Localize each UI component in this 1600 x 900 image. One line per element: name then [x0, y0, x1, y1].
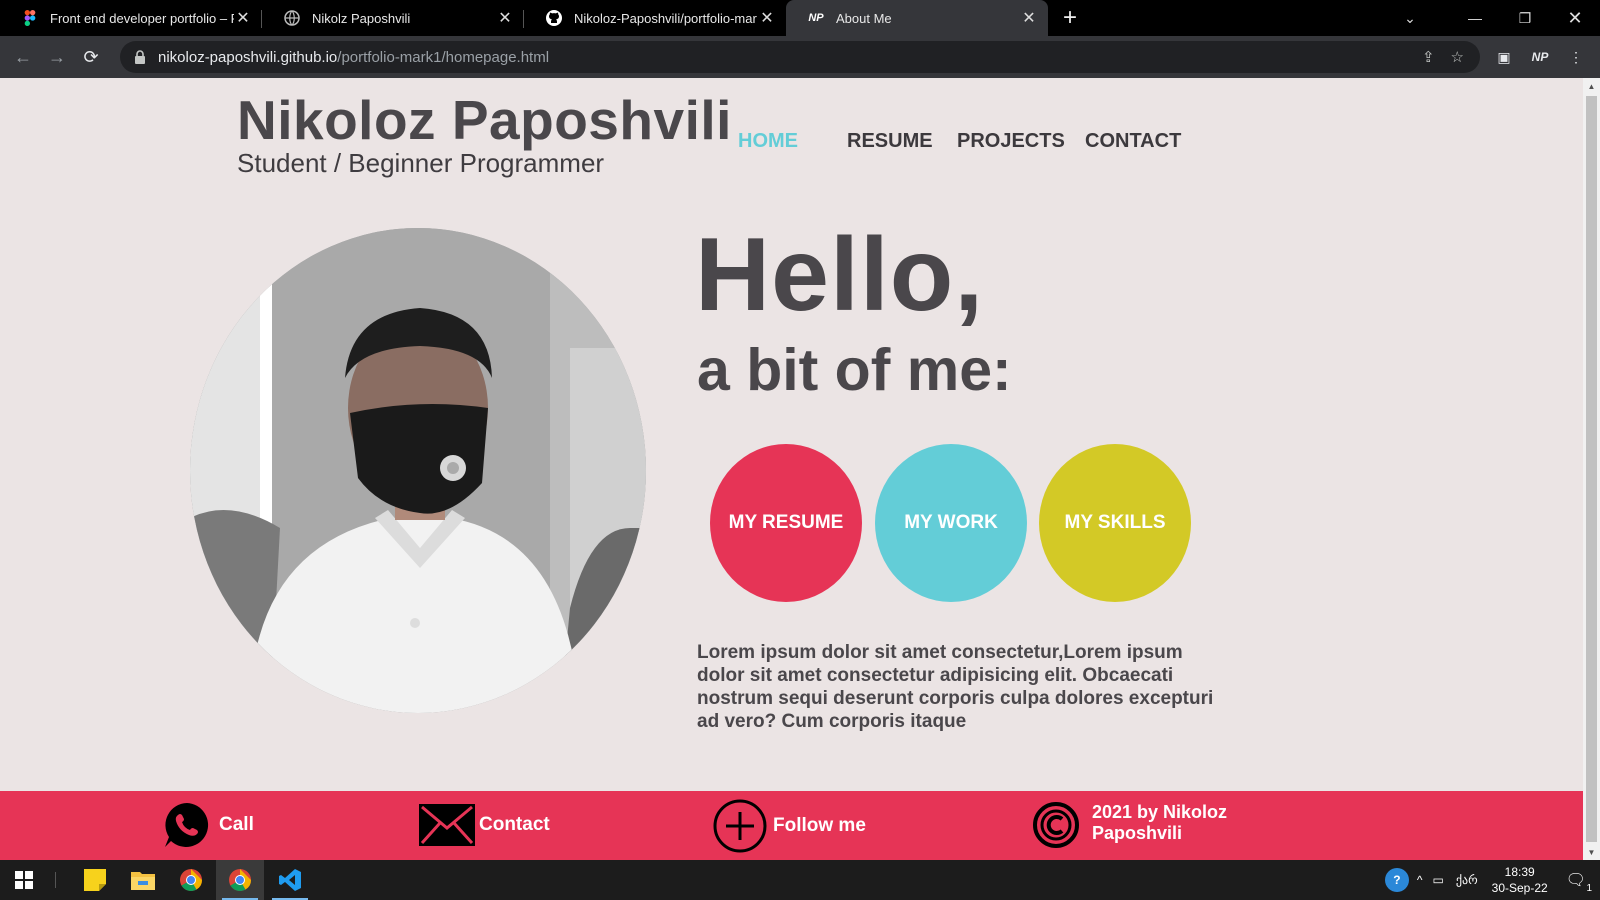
browser-tab-github[interactable]: Nikoloz-Paposhvili/portfolio-mar ✕: [524, 0, 786, 36]
scroll-up-icon[interactable]: ▲: [1583, 78, 1600, 94]
browser-tab-nikolz[interactable]: Nikolz Paposhvili ✕: [262, 0, 524, 36]
chrome-profile-active-icon[interactable]: [216, 860, 264, 900]
phone-icon: [165, 803, 209, 847]
file-explorer-icon[interactable]: [119, 860, 167, 900]
network-icon[interactable]: ▭: [1433, 873, 1444, 887]
browser-tab-about-me[interactable]: NP About Me ✕: [786, 0, 1048, 36]
about-paragraph: Lorem ipsum dolor sit amet consectetur,L…: [697, 642, 1214, 732]
forward-arrow-icon[interactable]: →: [40, 40, 74, 74]
nav-resume[interactable]: RESUME: [847, 130, 933, 153]
site-subtitle: Student / Beginner Programmer: [237, 148, 605, 178]
chrome-icon[interactable]: [167, 860, 215, 900]
page-scrollbar[interactable]: ▲ ▼: [1583, 78, 1600, 860]
globe-icon: [284, 10, 300, 26]
envelope-icon: [419, 804, 475, 846]
my-resume-button[interactable]: MY RESUME: [710, 444, 862, 602]
browser-tab-strip: Front end developer portfolio – F ✕ Niko…: [0, 0, 1600, 36]
windows-start-icon[interactable]: [0, 860, 48, 900]
copyright-icon: [1033, 802, 1079, 848]
notifications-icon[interactable]: 🗨 1: [1566, 870, 1592, 894]
np-logo-icon: NP: [808, 12, 824, 24]
help-icon[interactable]: ?: [1384, 868, 1409, 892]
notification-count: 1: [1586, 883, 1592, 894]
url-path: /portfolio-mark1/homepage.html: [337, 48, 550, 66]
nav-home[interactable]: HOME: [738, 130, 798, 153]
footer-follow-link[interactable]: Follow me: [712, 798, 866, 854]
back-arrow-icon[interactable]: ←: [6, 40, 40, 74]
nav-projects[interactable]: PROJECTS: [957, 130, 1065, 153]
address-bar[interactable]: nikoloz-paposhvili.github.io/portfolio-m…: [120, 41, 1480, 73]
footer-call-link[interactable]: Call: [163, 801, 254, 849]
scroll-down-icon[interactable]: ▼: [1583, 844, 1600, 860]
tab-title: Nikoloz-Paposhvili/portfolio-mar: [574, 10, 757, 26]
lock-icon: [135, 50, 145, 64]
tab-title: Front end developer portfolio – F: [50, 10, 234, 26]
footer-copyright: 2021 by Nikoloz Paposhvili: [1032, 801, 1227, 849]
site-name: Nikoloz Paposhvili: [237, 89, 732, 151]
footer-contact-link[interactable]: Contact: [419, 804, 550, 846]
restore-button[interactable]: ❐: [1500, 0, 1550, 36]
hero-subheading: a bit of me:: [697, 337, 1012, 403]
hero-greeting: Hello,: [695, 217, 985, 333]
close-tab-icon[interactable]: ✕: [234, 9, 252, 27]
nav-contact[interactable]: CONTACT: [1085, 130, 1181, 153]
close-tab-icon[interactable]: ✕: [496, 9, 514, 27]
new-tab-button[interactable]: +: [1048, 0, 1092, 36]
system-tray: ? ^ ▭ ქარ 18:39 30-Sep-22 🗨 1: [1384, 860, 1600, 900]
reload-icon[interactable]: ⟳: [74, 40, 108, 74]
vscode-icon[interactable]: [266, 860, 314, 900]
kebab-menu-icon[interactable]: ⋮: [1560, 41, 1592, 73]
clock[interactable]: 18:39 30-Sep-22: [1492, 864, 1548, 896]
url-host: nikoloz-paposhvili.github.io: [158, 48, 338, 66]
clock-time: 18:39: [1504, 865, 1535, 879]
bookmark-star-icon[interactable]: ☆: [1451, 48, 1464, 66]
scrollbar-thumb[interactable]: [1586, 96, 1597, 842]
tray-chevron-icon[interactable]: ^: [1417, 873, 1423, 887]
tab-title: Nikolz Paposhvili: [312, 10, 411, 26]
web-page: Nikoloz Paposhvili Student / Beginner Pr…: [0, 78, 1583, 860]
language-indicator[interactable]: ქარ: [1456, 873, 1478, 887]
plus-circle-icon: [713, 799, 767, 853]
my-work-button[interactable]: MY WORK: [875, 444, 1027, 602]
browser-toolbar: ← → ⟳ nikoloz-paposhvili.github.io/portf…: [0, 36, 1600, 78]
footer-call-label: Call: [219, 814, 254, 835]
side-panel-icon[interactable]: ▣: [1488, 41, 1520, 73]
windows-taskbar: ? ^ ▭ ქარ 18:39 30-Sep-22 🗨 1: [0, 860, 1600, 900]
tab-title: About Me: [836, 10, 892, 26]
close-tab-icon[interactable]: ✕: [1020, 9, 1038, 27]
extension-np-icon[interactable]: NP: [1524, 41, 1556, 73]
site-footer: Call Contact Follow me 2021 by Nikoloz P…: [0, 791, 1583, 860]
footer-follow-label: Follow me: [773, 815, 866, 836]
github-icon: [546, 10, 562, 26]
browser-tab-figma[interactable]: Front end developer portfolio – F ✕: [0, 0, 262, 36]
footer-contact-label: Contact: [479, 814, 550, 835]
clock-date: 30-Sep-22: [1491, 881, 1548, 895]
tab-search-chevron-icon[interactable]: ⌄: [1390, 0, 1430, 36]
profile-photo: [190, 228, 646, 713]
close-tab-icon[interactable]: ✕: [758, 9, 776, 27]
sticky-notes-icon[interactable]: [71, 860, 119, 900]
figma-icon: [22, 10, 38, 26]
copyright-line-1: 2021 by Nikoloz: [1092, 802, 1228, 822]
close-window-button[interactable]: ✕: [1550, 0, 1600, 36]
minimize-button[interactable]: —: [1450, 0, 1500, 36]
share-icon[interactable]: ⇪: [1422, 48, 1435, 66]
copyright-line-2: Paposhvili: [1092, 823, 1183, 843]
my-skills-button[interactable]: MY SKILLS: [1039, 444, 1191, 602]
